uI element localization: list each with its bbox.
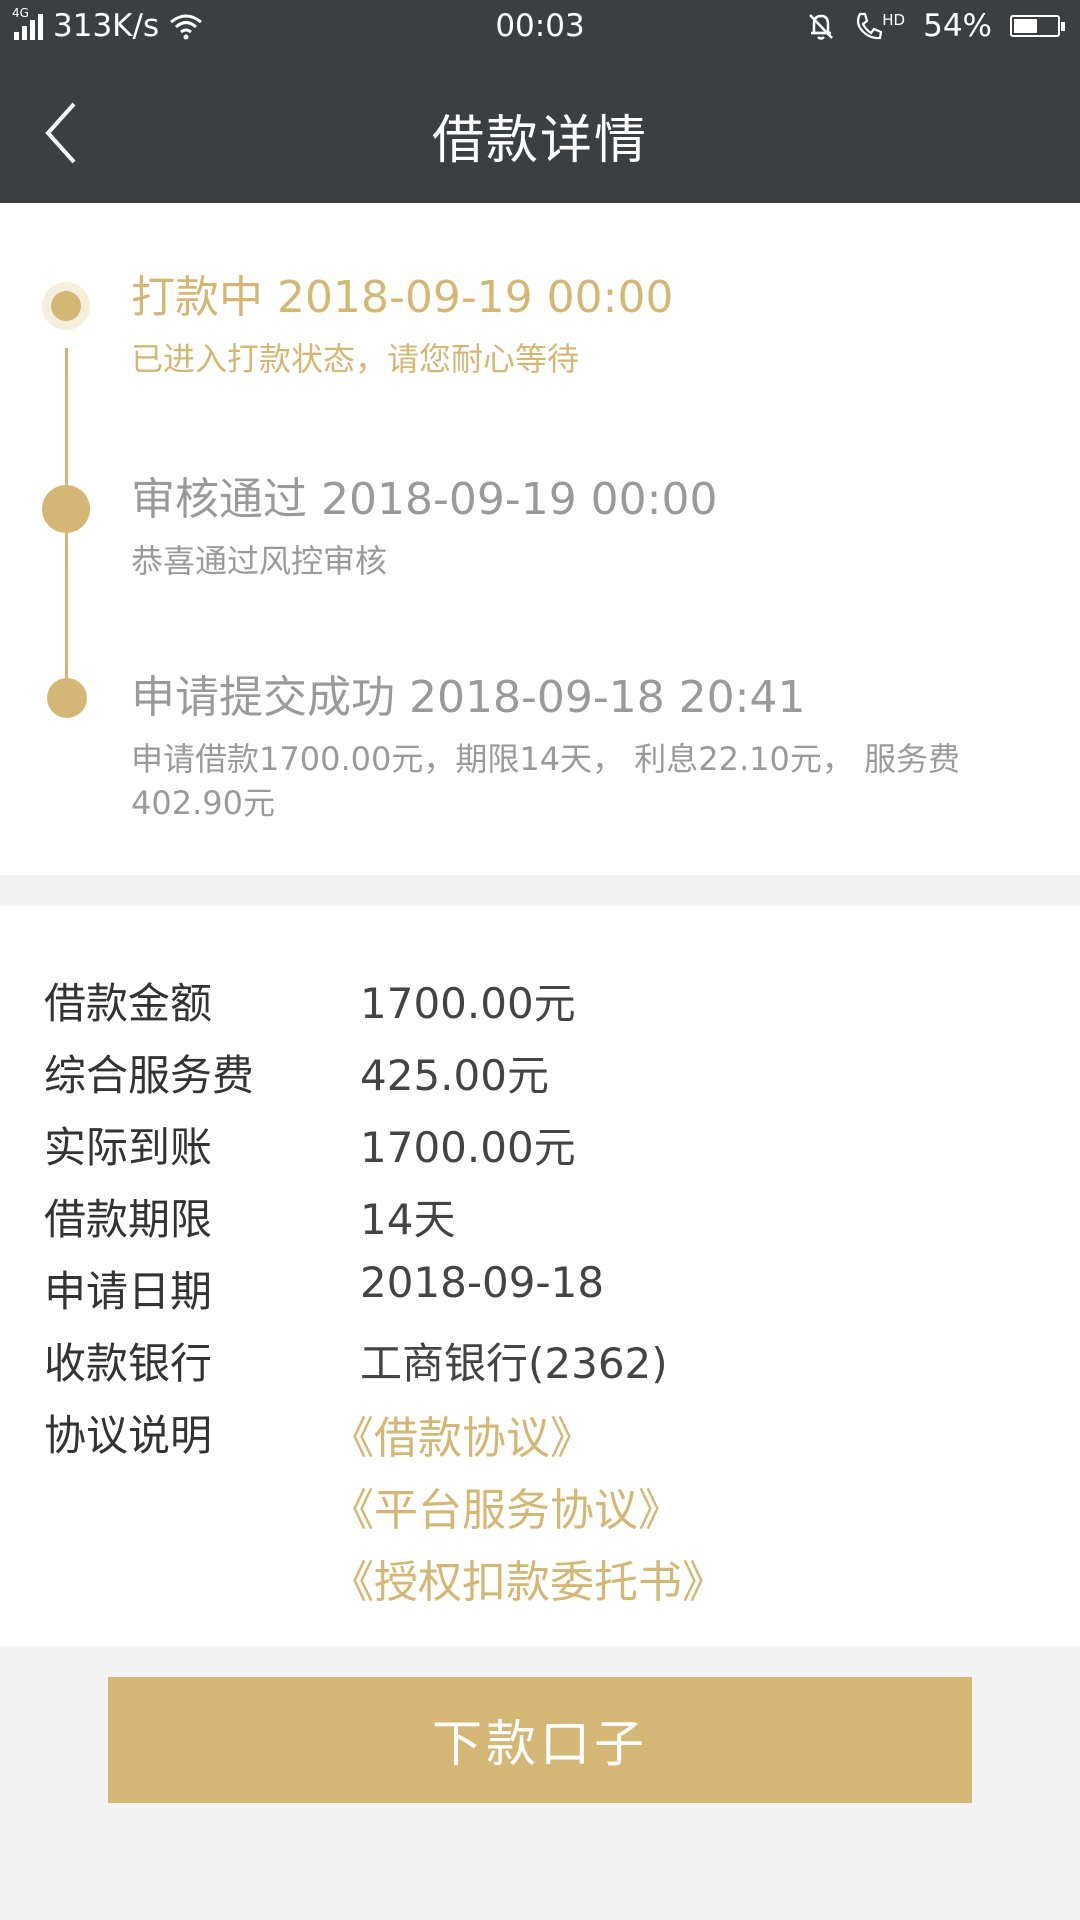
battery-icon (1010, 15, 1065, 37)
timeline-entry: 打款中 2018-09-19 00:00 已进入打款状态，请您耐心等待 (131, 261, 1020, 381)
timeline-desc: 已进入打款状态，请您耐心等待 (131, 340, 580, 378)
timeline-title: 打款中 2018-09-19 00:00 (131, 272, 674, 323)
detail-label: 借款期限 (44, 1195, 213, 1244)
detail-row-apply-date: 申请日期 2018-09-18 (44, 1258, 1040, 1328)
timeline-dot (47, 678, 87, 718)
timeline-dot-active (51, 291, 81, 321)
detail-label: 申请日期 (44, 1267, 213, 1316)
timeline-entry: 申请提交成功 2018-09-18 20:41 申请借款1700.00元，期限1… (131, 661, 1020, 825)
detail-value: 1700.00元 (360, 1123, 576, 1172)
loan-detail-card: 借款金额 1700.00元 综合服务费 425.00元 实际到账 1700.00… (0, 906, 1080, 1646)
detail-row-amount: 借款金额 1700.00元 (44, 970, 1040, 1040)
detail-value: 425.00元 (360, 1051, 549, 1100)
detail-label: 实际到账 (44, 1123, 213, 1172)
detail-value: 1700.00元 (360, 979, 576, 1028)
agreement-link-authorization[interactable]: 《授权扣款委托书》 (330, 1546, 726, 1618)
hd-call-indicator: HD (854, 11, 905, 41)
detail-value: 14天 (360, 1195, 456, 1244)
timeline-title: 申请提交成功 2018-09-18 20:41 (131, 672, 806, 723)
agreement-list: 《借款协议》 《平台服务协议》 《授权扣款委托书》 (330, 1402, 726, 1618)
detail-label: 借款金额 (44, 979, 213, 1028)
detail-row-received: 实际到账 1700.00元 (44, 1114, 1040, 1184)
detail-label: 协议说明 (44, 1411, 213, 1460)
hd-label: HD (882, 11, 906, 29)
detail-row-term: 借款期限 14天 (44, 1186, 1040, 1256)
agreement-link-loan[interactable]: 《借款协议》 (330, 1402, 726, 1474)
nav-bar: 借款详情 (0, 58, 1080, 203)
detail-value: 工商银行(2362) (360, 1339, 668, 1388)
timeline-title: 审核通过 2018-09-19 00:00 (131, 474, 718, 525)
detail-label: 综合服务费 (44, 1051, 255, 1100)
phone-icon (857, 12, 883, 40)
detail-row-bank: 收款银行 工商银行(2362) (44, 1330, 1040, 1400)
action-button[interactable]: 下款口子 (108, 1677, 972, 1803)
detail-row-agreements: 协议说明 《借款协议》 《平台服务协议》 《授权扣款委托书》 (44, 1402, 1040, 1632)
timeline-desc: 恭喜通过风控审核 (131, 542, 388, 580)
timeline-entry: 审核通过 2018-09-19 00:00 恭喜通过风控审核 (131, 463, 1020, 583)
timeline-card: 打款中 2018-09-19 00:00 已进入打款状态，请您耐心等待 审核通过… (0, 203, 1080, 875)
timeline-desc: 申请借款1700.00元，期限14天， 利息22.10元， 服务费402.90元 (131, 740, 961, 822)
status-bar: 4G 313K/s 00:03 HD 54% (0, 0, 1080, 58)
mute-bell-icon (809, 14, 834, 40)
page-title: 借款详情 (431, 111, 648, 171)
detail-label: 收款银行 (44, 1339, 213, 1388)
detail-row-service-fee: 综合服务费 425.00元 (44, 1042, 1040, 1112)
battery-percent: 54% (923, 8, 992, 44)
detail-value: 2018-09-18 (360, 1258, 605, 1307)
status-right: HD 54% (806, 8, 1065, 44)
agreement-link-platform[interactable]: 《平台服务协议》 (330, 1474, 726, 1546)
timeline-dot (42, 485, 90, 533)
